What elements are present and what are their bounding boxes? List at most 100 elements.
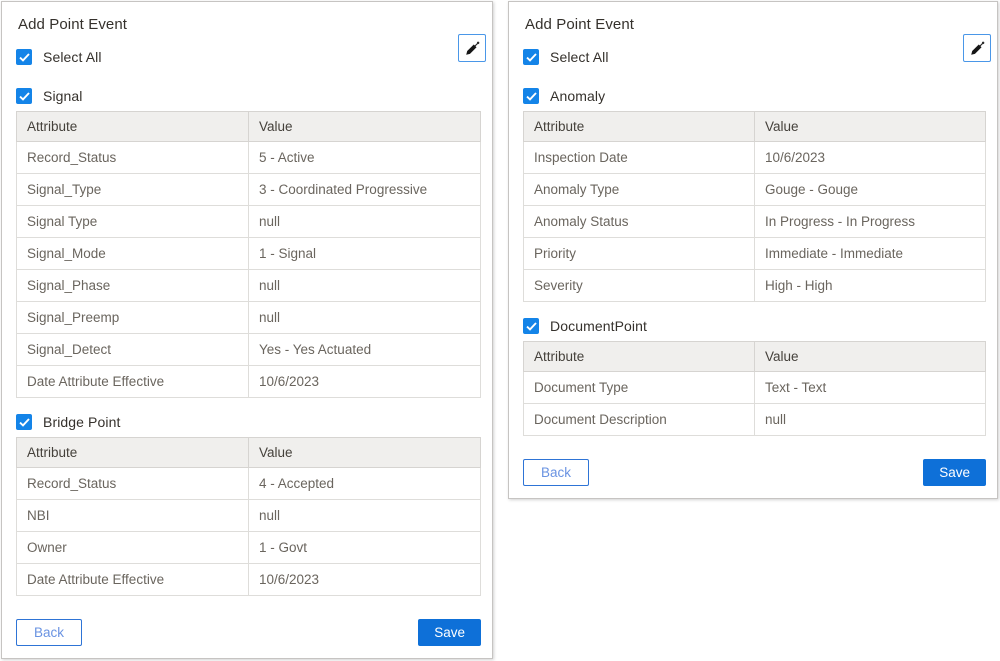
- table-row: Signal_Mode1 - Signal: [17, 238, 481, 270]
- attribute-cell: Signal Type: [17, 206, 249, 238]
- page-title: Add Point Event: [18, 16, 481, 34]
- table-row: Document TypeText - Text: [524, 372, 986, 404]
- attribute-cell: Document Type: [524, 372, 755, 404]
- column-header-value: Value: [755, 342, 986, 372]
- table-row: Date Attribute Effective10/6/2023: [17, 564, 481, 596]
- select-all-label: Select All: [43, 49, 102, 65]
- attribute-cell: Date Attribute Effective: [17, 564, 249, 596]
- eyedropper-icon: [464, 40, 481, 57]
- value-cell: 10/6/2023: [249, 366, 481, 398]
- page-title: Add Point Event: [525, 16, 986, 34]
- attribute-cell: Owner: [17, 532, 249, 564]
- attribute-cell: Severity: [524, 270, 755, 302]
- value-cell: 10/6/2023: [755, 142, 986, 174]
- attribute-cell: NBI: [17, 500, 249, 532]
- column-header-attribute: Attribute: [524, 112, 755, 142]
- attribute-cell: Signal_Detect: [17, 334, 249, 366]
- table-row: Signal_Type3 - Coordinated Progressive: [17, 174, 481, 206]
- value-cell: 4 - Accepted: [249, 468, 481, 500]
- value-cell: 1 - Govt: [249, 532, 481, 564]
- add-point-event-panel-left: Add Point Event Select All Signal Attrib…: [1, 1, 493, 659]
- table-row: Signal Typenull: [17, 206, 481, 238]
- anomaly-checkbox[interactable]: [523, 88, 539, 104]
- select-all-label: Select All: [550, 49, 609, 65]
- bridge-point-checkbox[interactable]: [16, 414, 32, 430]
- save-button[interactable]: Save: [923, 459, 986, 486]
- column-header-value: Value: [249, 112, 481, 142]
- attribute-cell: Anomaly Status: [524, 206, 755, 238]
- table-row: Signal_DetectYes - Yes Actuated: [17, 334, 481, 366]
- add-point-event-panel-right: Add Point Event Select All Anomaly Attri…: [508, 1, 998, 499]
- value-cell: 1 - Signal: [249, 238, 481, 270]
- table-row: SeverityHigh - High: [524, 270, 986, 302]
- attribute-cell: Anomaly Type: [524, 174, 755, 206]
- value-cell: 10/6/2023: [249, 564, 481, 596]
- column-header-attribute: Attribute: [17, 438, 249, 468]
- section-signal: Signal Attribute Value Record_Status5 - …: [16, 87, 481, 398]
- back-button[interactable]: Back: [16, 619, 82, 646]
- value-cell: null: [249, 500, 481, 532]
- panel-footer: Back Save: [16, 619, 481, 646]
- table-row: Signal_Phasenull: [17, 270, 481, 302]
- check-icon: [19, 418, 30, 427]
- section-label: Bridge Point: [43, 414, 120, 430]
- attribute-table-bridge-point: Attribute Value Record_Status4 - Accepte…: [16, 437, 481, 596]
- section-bridge-point: Bridge Point Attribute Value Record_Stat…: [16, 413, 481, 596]
- attribute-cell: Record_Status: [17, 468, 249, 500]
- table-row: Anomaly StatusIn Progress - In Progress: [524, 206, 986, 238]
- table-row: Owner1 - Govt: [17, 532, 481, 564]
- attribute-table-signal: Attribute Value Record_Status5 - ActiveS…: [16, 111, 481, 398]
- attribute-cell: Document Description: [524, 404, 755, 436]
- select-all-row: Select All: [523, 48, 986, 66]
- value-cell: High - High: [755, 270, 986, 302]
- value-cell: Gouge - Gouge: [755, 174, 986, 206]
- eyedropper-button[interactable]: [963, 34, 991, 62]
- check-icon: [526, 53, 537, 62]
- eyedropper-icon: [969, 40, 986, 57]
- value-cell: null: [755, 404, 986, 436]
- section-label: Anomaly: [550, 88, 605, 104]
- back-button[interactable]: Back: [523, 459, 589, 486]
- save-button[interactable]: Save: [418, 619, 481, 646]
- value-cell: In Progress - In Progress: [755, 206, 986, 238]
- section-anomaly: Anomaly Attribute Value Inspection Date1…: [523, 87, 986, 302]
- attribute-cell: Signal_Preemp: [17, 302, 249, 334]
- attribute-cell: Inspection Date: [524, 142, 755, 174]
- signal-checkbox[interactable]: [16, 88, 32, 104]
- attribute-table-anomaly: Attribute Value Inspection Date10/6/2023…: [523, 111, 986, 302]
- value-cell: null: [249, 206, 481, 238]
- attribute-table-document-point: Attribute Value Document TypeText - Text…: [523, 341, 986, 436]
- table-row: Document Descriptionnull: [524, 404, 986, 436]
- section-document-point: DocumentPoint Attribute Value Document T…: [523, 317, 986, 436]
- section-label: DocumentPoint: [550, 318, 647, 334]
- attribute-cell: Priority: [524, 238, 755, 270]
- value-cell: 3 - Coordinated Progressive: [249, 174, 481, 206]
- table-row: Record_Status4 - Accepted: [17, 468, 481, 500]
- table-row: Anomaly TypeGouge - Gouge: [524, 174, 986, 206]
- attribute-cell: Date Attribute Effective: [17, 366, 249, 398]
- eyedropper-button[interactable]: [458, 34, 486, 62]
- value-cell: Text - Text: [755, 372, 986, 404]
- table-row: Signal_Preempnull: [17, 302, 481, 334]
- attribute-cell: Signal_Phase: [17, 270, 249, 302]
- select-all-checkbox[interactable]: [16, 49, 32, 65]
- table-row: NBInull: [17, 500, 481, 532]
- attribute-cell: Record_Status: [17, 142, 249, 174]
- table-row: Inspection Date10/6/2023: [524, 142, 986, 174]
- document-point-checkbox[interactable]: [523, 318, 539, 334]
- select-all-checkbox[interactable]: [523, 49, 539, 65]
- table-row: Date Attribute Effective10/6/2023: [17, 366, 481, 398]
- check-icon: [19, 92, 30, 101]
- value-cell: Immediate - Immediate: [755, 238, 986, 270]
- attribute-cell: Signal_Type: [17, 174, 249, 206]
- check-icon: [526, 322, 537, 331]
- panel-footer: Back Save: [523, 459, 986, 486]
- attribute-cell: Signal_Mode: [17, 238, 249, 270]
- select-all-row: Select All: [16, 48, 481, 66]
- value-cell: null: [249, 270, 481, 302]
- column-header-attribute: Attribute: [17, 112, 249, 142]
- value-cell: null: [249, 302, 481, 334]
- value-cell: 5 - Active: [249, 142, 481, 174]
- table-row: Record_Status5 - Active: [17, 142, 481, 174]
- check-icon: [526, 92, 537, 101]
